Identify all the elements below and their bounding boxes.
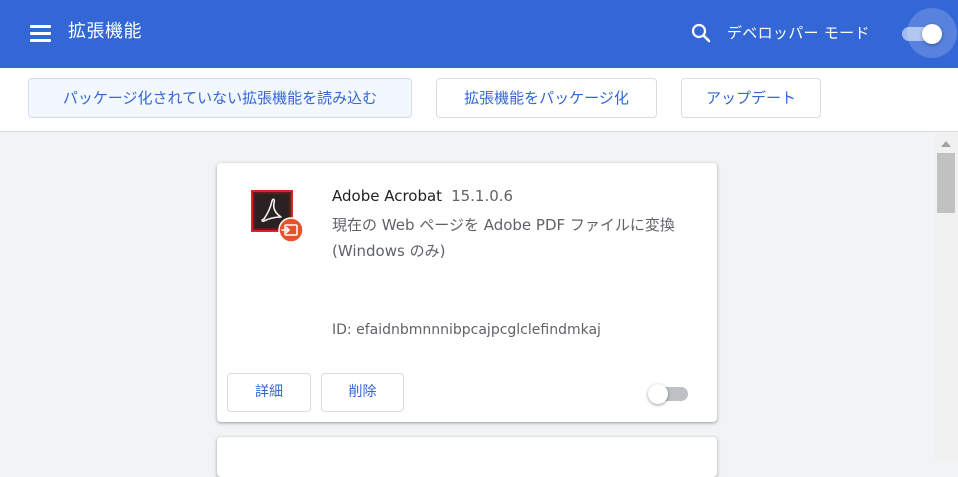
page-title: 拡張機能	[68, 21, 142, 42]
developer-mode-label: デベロッパー モード	[727, 24, 870, 42]
load-unpacked-button[interactable]: パッケージ化されていない拡張機能を読み込む	[28, 78, 412, 118]
developer-toolbar: パッケージ化されていない拡張機能を読み込む 拡張機能をパッケージ化 アップデート	[0, 68, 958, 132]
vertical-scrollbar[interactable]	[934, 133, 958, 461]
search-icon[interactable]	[690, 22, 712, 44]
scroll-thumb[interactable]	[937, 153, 955, 213]
top-app-bar: 拡張機能 デベロッパー モード	[0, 0, 958, 68]
hamburger-menu-icon[interactable]	[30, 24, 51, 42]
pack-extension-button[interactable]: 拡張機能をパッケージ化	[436, 78, 657, 118]
update-button[interactable]: アップデート	[681, 78, 821, 118]
extension-id: ID: efaidnbmnnnibpcajpcglclefindmkaj	[332, 322, 601, 338]
extension-title: Adobe Acrobat	[332, 187, 443, 205]
details-button[interactable]: 詳細	[227, 373, 311, 412]
toggle-knob	[922, 24, 942, 44]
scroll-up-arrow-icon[interactable]	[941, 141, 951, 147]
extension-name: Adobe Acrobat 15.1.0.6	[332, 185, 513, 207]
extension-version: 15.1.0.6	[451, 187, 514, 205]
toggle-knob	[648, 384, 668, 404]
extension-card: Adobe Acrobat 15.1.0.6 現在の Web ページを Adobe…	[217, 163, 717, 422]
adobe-acrobat-icon	[251, 190, 309, 248]
developer-mode-toggle[interactable]	[902, 8, 957, 58]
extension-description: 現在の Web ページを Adobe PDF ファイルに変換 (Windows …	[332, 216, 675, 260]
extension-card-next	[217, 437, 717, 477]
remove-button[interactable]: 削除	[321, 373, 404, 412]
extension-enable-toggle[interactable]	[648, 383, 690, 404]
